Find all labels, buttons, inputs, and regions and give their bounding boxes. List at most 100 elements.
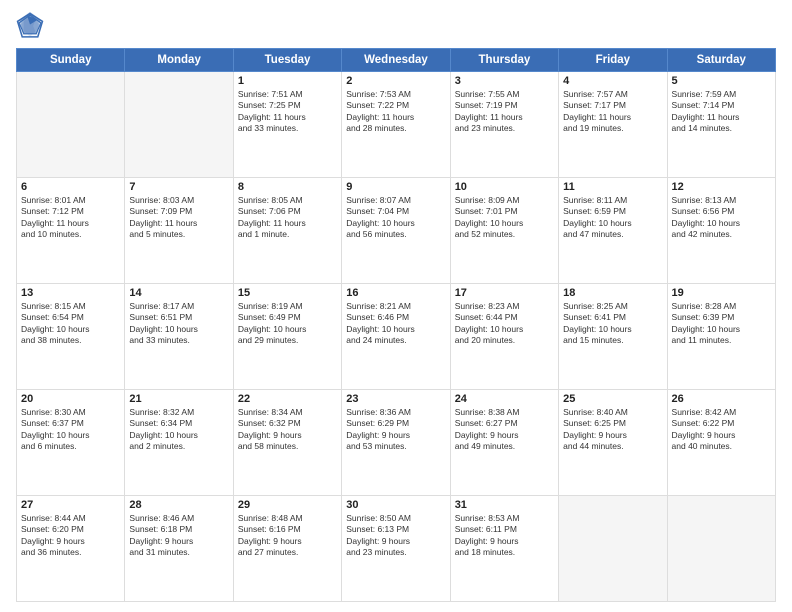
calendar-cell: 3Sunrise: 7:55 AM Sunset: 7:19 PM Daylig… <box>450 72 558 178</box>
day-number: 6 <box>21 181 120 193</box>
calendar-cell: 23 Sunrise: 8:36 AM Sunset: 6:29 PM Dayli… <box>342 390 450 496</box>
day-info: Sunrise: 7:53 AM Sunset: 7:22 PM Dayligh… <box>346 89 445 135</box>
day-info: Sunrise: 8:36 AM Sunset: 6:29 PM Dayligh… <box>346 407 445 453</box>
day-number: 3 <box>455 75 554 87</box>
calendar-cell: 5 Sunrise: 7:59 AM Sunset: 7:14 PM Daylig… <box>667 72 775 178</box>
calendar-cell: 17 Sunrise: 8:23 AM Sunset: 6:44 PM Dayli… <box>450 284 558 390</box>
calendar-cell: 21Sunrise: 8:32 AM Sunset: 6:34 PM Dayli… <box>125 390 233 496</box>
calendar-cell: 31Sunrise: 8:53 AM Sunset: 6:11 PM Dayli… <box>450 496 558 602</box>
calendar-cell: 13Sunrise: 8:15 AM Sunset: 6:54 PM Dayli… <box>17 284 125 390</box>
page: SundayMondayTuesdayWednesdayThursdayFrid… <box>0 0 792 612</box>
day-number: 19 <box>672 287 771 299</box>
calendar-cell: 29 Sunrise: 8:48 AM Sunset: 6:16 PM Dayli… <box>233 496 341 602</box>
weekday-header-tuesday: Tuesday <box>233 49 341 72</box>
day-info: Sunrise: 8:53 AM Sunset: 6:11 PM Dayligh… <box>455 513 554 559</box>
calendar-cell: 22 Sunrise: 8:34 AM Sunset: 6:32 PM Dayli… <box>233 390 341 496</box>
calendar-week-row: 6 Sunrise: 8:01 AM Sunset: 7:12 PM Daylig… <box>17 178 776 284</box>
day-info: Sunrise: 8:46 AM Sunset: 6:18 PM Dayligh… <box>129 513 228 559</box>
weekday-header-wednesday: Wednesday <box>342 49 450 72</box>
day-info: Sunrise: 8:19 AM Sunset: 6:49 PM Dayligh… <box>238 301 337 347</box>
calendar-cell: 24 Sunrise: 8:38 AM Sunset: 6:27 PM Dayli… <box>450 390 558 496</box>
calendar-cell: 2 Sunrise: 7:53 AM Sunset: 7:22 PM Daylig… <box>342 72 450 178</box>
day-number: 29 <box>238 499 337 511</box>
calendar-cell: 4 Sunrise: 7:57 AM Sunset: 7:17 PM Daylig… <box>559 72 667 178</box>
calendar-cell <box>17 72 125 178</box>
calendar-cell: 28 Sunrise: 8:46 AM Sunset: 6:18 PM Dayli… <box>125 496 233 602</box>
day-number: 8 <box>238 181 337 193</box>
calendar-cell: 11 Sunrise: 8:11 AM Sunset: 6:59 PM Dayli… <box>559 178 667 284</box>
calendar-cell: 1 Sunrise: 7:51 AM Sunset: 7:25 PM Daylig… <box>233 72 341 178</box>
day-number: 13 <box>21 287 120 299</box>
day-number: 23 <box>346 393 445 405</box>
calendar-week-row: 13Sunrise: 8:15 AM Sunset: 6:54 PM Dayli… <box>17 284 776 390</box>
calendar-week-row: 20 Sunrise: 8:30 AM Sunset: 6:37 PM Dayli… <box>17 390 776 496</box>
day-info: Sunrise: 8:48 AM Sunset: 6:16 PM Dayligh… <box>238 513 337 559</box>
day-info: Sunrise: 8:23 AM Sunset: 6:44 PM Dayligh… <box>455 301 554 347</box>
weekday-header-friday: Friday <box>559 49 667 72</box>
calendar-cell: 25 Sunrise: 8:40 AM Sunset: 6:25 PM Dayli… <box>559 390 667 496</box>
day-number: 10 <box>455 181 554 193</box>
day-info: Sunrise: 8:28 AM Sunset: 6:39 PM Dayligh… <box>672 301 771 347</box>
weekday-header-row: SundayMondayTuesdayWednesdayThursdayFrid… <box>17 49 776 72</box>
day-number: 16 <box>346 287 445 299</box>
day-number: 26 <box>672 393 771 405</box>
day-info: Sunrise: 7:51 AM Sunset: 7:25 PM Dayligh… <box>238 89 337 135</box>
day-info: Sunrise: 8:01 AM Sunset: 7:12 PM Dayligh… <box>21 195 120 241</box>
day-number: 28 <box>129 499 228 511</box>
day-number: 27 <box>21 499 120 511</box>
day-number: 22 <box>238 393 337 405</box>
day-number: 9 <box>346 181 445 193</box>
day-number: 2 <box>346 75 445 87</box>
calendar-cell: 8Sunrise: 8:05 AM Sunset: 7:06 PM Daylig… <box>233 178 341 284</box>
day-info: Sunrise: 8:09 AM Sunset: 7:01 PM Dayligh… <box>455 195 554 241</box>
day-number: 15 <box>238 287 337 299</box>
day-number: 11 <box>563 181 662 193</box>
day-info: Sunrise: 8:44 AM Sunset: 6:20 PM Dayligh… <box>21 513 120 559</box>
day-number: 18 <box>563 287 662 299</box>
day-number: 30 <box>346 499 445 511</box>
day-info: Sunrise: 8:50 AM Sunset: 6:13 PM Dayligh… <box>346 513 445 559</box>
day-info: Sunrise: 8:17 AM Sunset: 6:51 PM Dayligh… <box>129 301 228 347</box>
day-number: 24 <box>455 393 554 405</box>
calendar-cell: 27 Sunrise: 8:44 AM Sunset: 6:20 PM Dayli… <box>17 496 125 602</box>
calendar-cell: 16Sunrise: 8:21 AM Sunset: 6:46 PM Dayli… <box>342 284 450 390</box>
calendar-cell: 10 Sunrise: 8:09 AM Sunset: 7:01 PM Dayli… <box>450 178 558 284</box>
calendar-week-row: 27 Sunrise: 8:44 AM Sunset: 6:20 PM Dayli… <box>17 496 776 602</box>
day-number: 4 <box>563 75 662 87</box>
calendar-week-row: 1 Sunrise: 7:51 AM Sunset: 7:25 PM Daylig… <box>17 72 776 178</box>
logo-icon <box>16 12 44 40</box>
calendar-cell: 18Sunrise: 8:25 AM Sunset: 6:41 PM Dayli… <box>559 284 667 390</box>
calendar-cell: 19 Sunrise: 8:28 AM Sunset: 6:39 PM Dayli… <box>667 284 775 390</box>
calendar-cell: 7Sunrise: 8:03 AM Sunset: 7:09 PM Daylig… <box>125 178 233 284</box>
day-number: 21 <box>129 393 228 405</box>
day-info: Sunrise: 8:30 AM Sunset: 6:37 PM Dayligh… <box>21 407 120 453</box>
calendar-cell <box>559 496 667 602</box>
weekday-header-saturday: Saturday <box>667 49 775 72</box>
weekday-header-sunday: Sunday <box>17 49 125 72</box>
calendar-cell: 12Sunrise: 8:13 AM Sunset: 6:56 PM Dayli… <box>667 178 775 284</box>
calendar-cell: 14 Sunrise: 8:17 AM Sunset: 6:51 PM Dayli… <box>125 284 233 390</box>
day-info: Sunrise: 7:57 AM Sunset: 7:17 PM Dayligh… <box>563 89 662 135</box>
calendar-cell <box>125 72 233 178</box>
day-info: Sunrise: 8:42 AM Sunset: 6:22 PM Dayligh… <box>672 407 771 453</box>
day-info: Sunrise: 7:59 AM Sunset: 7:14 PM Dayligh… <box>672 89 771 135</box>
day-number: 20 <box>21 393 120 405</box>
calendar-cell: 15 Sunrise: 8:19 AM Sunset: 6:49 PM Dayli… <box>233 284 341 390</box>
calendar-cell: 6 Sunrise: 8:01 AM Sunset: 7:12 PM Daylig… <box>17 178 125 284</box>
day-number: 14 <box>129 287 228 299</box>
day-number: 25 <box>563 393 662 405</box>
day-number: 5 <box>672 75 771 87</box>
day-number: 1 <box>238 75 337 87</box>
day-info: Sunrise: 8:40 AM Sunset: 6:25 PM Dayligh… <box>563 407 662 453</box>
day-number: 17 <box>455 287 554 299</box>
day-info: Sunrise: 8:38 AM Sunset: 6:27 PM Dayligh… <box>455 407 554 453</box>
calendar-table: SundayMondayTuesdayWednesdayThursdayFrid… <box>16 48 776 602</box>
day-number: 12 <box>672 181 771 193</box>
day-info: Sunrise: 8:34 AM Sunset: 6:32 PM Dayligh… <box>238 407 337 453</box>
calendar-cell: 30 Sunrise: 8:50 AM Sunset: 6:13 PM Dayli… <box>342 496 450 602</box>
weekday-header-monday: Monday <box>125 49 233 72</box>
calendar-cell: 20 Sunrise: 8:30 AM Sunset: 6:37 PM Dayli… <box>17 390 125 496</box>
calendar-cell: 9Sunrise: 8:07 AM Sunset: 7:04 PM Daylig… <box>342 178 450 284</box>
day-info: Sunrise: 8:11 AM Sunset: 6:59 PM Dayligh… <box>563 195 662 241</box>
calendar-cell <box>667 496 775 602</box>
